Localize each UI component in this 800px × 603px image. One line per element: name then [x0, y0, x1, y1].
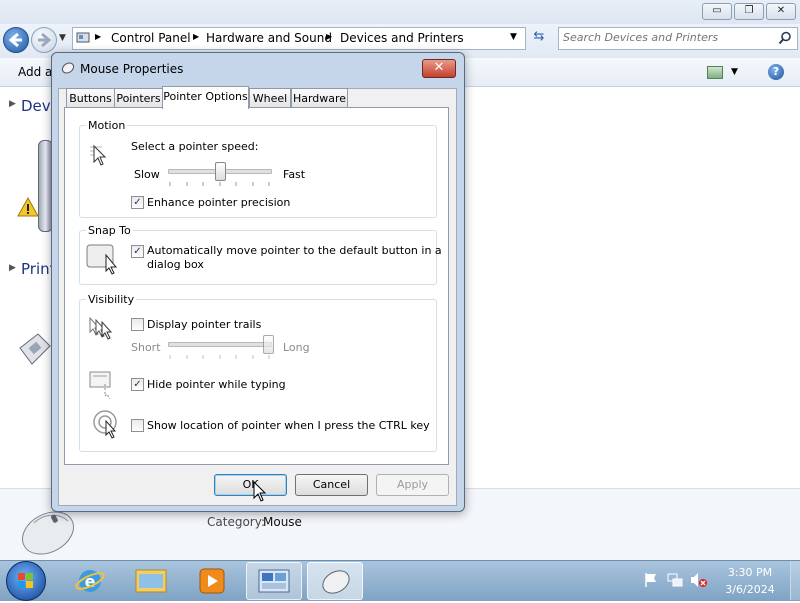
snap-to-group-label: Snap To: [86, 224, 133, 237]
pointer-speed-slider[interactable]: [166, 160, 274, 186]
long-label: Long: [283, 341, 310, 354]
devices-printers-icon: [258, 569, 290, 593]
category-value: Mouse: [263, 515, 302, 529]
recent-pages-dropdown[interactable]: ▼: [59, 33, 66, 43]
show-location-icon: [93, 410, 117, 439]
hide-pointer-checkbox[interactable]: ✓: [131, 378, 144, 391]
search-input[interactable]: [563, 29, 768, 46]
pointer-trails-checkbox[interactable]: [131, 318, 144, 331]
add-device-button[interactable]: Add a: [18, 65, 52, 79]
mouse-icon: [22, 511, 74, 555]
pointer-trails-label: Display pointer trails: [147, 318, 262, 331]
apply-button[interactable]: Apply: [376, 474, 449, 496]
close-window-button[interactable]: ✕: [766, 3, 796, 20]
view-options-dropdown-icon[interactable]: ▼: [731, 67, 738, 77]
slow-label: Slow: [134, 168, 160, 181]
snap-to-label-line2: dialog box: [147, 258, 204, 271]
show-location-label: Show location of pointer when I press th…: [147, 419, 430, 432]
hide-pointer-label: Hide pointer while typing: [147, 378, 286, 391]
pointer-trails-icon: [89, 316, 113, 340]
hide-pointer-icon: [89, 371, 111, 400]
search-icon[interactable]: [778, 31, 792, 45]
enhance-precision-label: Enhance pointer precision: [147, 196, 291, 209]
visibility-group-label: Visibility: [86, 293, 137, 306]
enhance-precision-checkbox[interactable]: ✓: [131, 196, 144, 209]
forward-button[interactable]: [31, 27, 57, 53]
slider-track: [168, 342, 272, 347]
start-button[interactable]: [6, 561, 46, 601]
taskbar-windows-explorer[interactable]: [124, 562, 178, 598]
breadcrumb-devices-and-printers[interactable]: Devices and Printers: [340, 31, 464, 45]
show-location-checkbox[interactable]: [131, 419, 144, 432]
dialog-title: Mouse Properties: [80, 62, 184, 76]
help-icon[interactable]: ?: [768, 64, 784, 80]
back-arrow-icon: [8, 32, 22, 48]
volume-muted-icon[interactable]: [690, 572, 708, 588]
fast-label: Fast: [283, 168, 306, 181]
taskbar-media-player[interactable]: [185, 562, 239, 598]
collapse-arrow-icon[interactable]: ▶: [9, 263, 16, 273]
clock-date[interactable]: 3/6/2024: [718, 583, 782, 596]
tab-pointer-options[interactable]: Pointer Options: [162, 86, 249, 109]
back-button[interactable]: [3, 27, 29, 53]
warning-icon: [17, 197, 39, 217]
cancel-button[interactable]: Cancel: [295, 474, 368, 496]
maximize-button[interactable]: ❐: [734, 3, 764, 20]
action-center-flag-icon[interactable]: [644, 572, 658, 587]
mouse-cursor-icon: [253, 481, 267, 502]
windows-logo-icon: [18, 573, 33, 588]
change-view-icon[interactable]: [707, 66, 723, 79]
tab-wheel[interactable]: Wheel: [249, 88, 291, 108]
category-label: Category:: [207, 515, 265, 529]
slider-thumb[interactable]: [215, 162, 226, 181]
pointer-trails-slider[interactable]: [166, 333, 274, 359]
breadcrumb-hardware-and-sound[interactable]: Hardware and Sound: [206, 31, 332, 45]
media-player-icon: [199, 568, 225, 594]
pointer-speed-icon: [90, 144, 107, 166]
pointer-speed-label: Select a pointer speed:: [131, 140, 259, 153]
network-icon[interactable]: [667, 572, 683, 588]
short-label: Short: [131, 341, 161, 354]
clock-time[interactable]: 3:30 PM: [718, 566, 782, 579]
internet-explorer-icon: e: [75, 570, 105, 592]
breadcrumb-separator-icon: ▶: [95, 32, 102, 41]
tab-hardware[interactable]: Hardware: [291, 88, 348, 108]
dialog-close-button[interactable]: ✕: [422, 59, 456, 78]
taskbar-mouse-properties[interactable]: [307, 562, 363, 600]
control-panel-icon: [76, 32, 90, 43]
fax-icon[interactable]: [18, 330, 52, 370]
explorer-titlebar: [0, 0, 800, 24]
mouse-icon: [61, 62, 75, 74]
snap-to-icon: [86, 244, 118, 275]
folder-icon: [135, 569, 167, 593]
forward-arrow-icon: [38, 32, 52, 48]
refresh-icon[interactable]: ⇆: [529, 29, 549, 47]
address-dropdown-icon[interactable]: ▼: [510, 32, 517, 42]
taskbar-control-panel[interactable]: [246, 562, 302, 600]
motion-group-label: Motion: [86, 119, 128, 132]
collapse-arrow-icon[interactable]: ▶: [9, 99, 16, 109]
snap-to-checkbox[interactable]: ✓: [131, 245, 144, 258]
breadcrumb-separator-icon: ▶: [326, 32, 333, 41]
breadcrumb-separator-icon: ▶: [193, 32, 200, 41]
ok-button[interactable]: OK: [214, 474, 287, 496]
snap-to-label-line1: Automatically move pointer to the defaul…: [147, 244, 442, 257]
taskbar-internet-explorer[interactable]: e: [63, 562, 117, 598]
tab-buttons[interactable]: Buttons: [66, 88, 115, 108]
show-desktop-button[interactable]: [790, 561, 800, 600]
mouse-icon: [322, 570, 350, 594]
tab-pointers[interactable]: Pointers: [114, 88, 163, 108]
search-box[interactable]: [558, 27, 798, 50]
slider-ticks: [166, 350, 274, 359]
slider-thumb[interactable]: [263, 335, 274, 354]
address-bar[interactable]: ▶ Control Panel ▶ Hardware and Sound ▶ D…: [72, 27, 526, 50]
minimize-button[interactable]: ▭: [702, 3, 732, 20]
devices-section-header[interactable]: Devi: [21, 97, 55, 115]
breadcrumb-control-panel[interactable]: Control Panel: [111, 31, 191, 45]
